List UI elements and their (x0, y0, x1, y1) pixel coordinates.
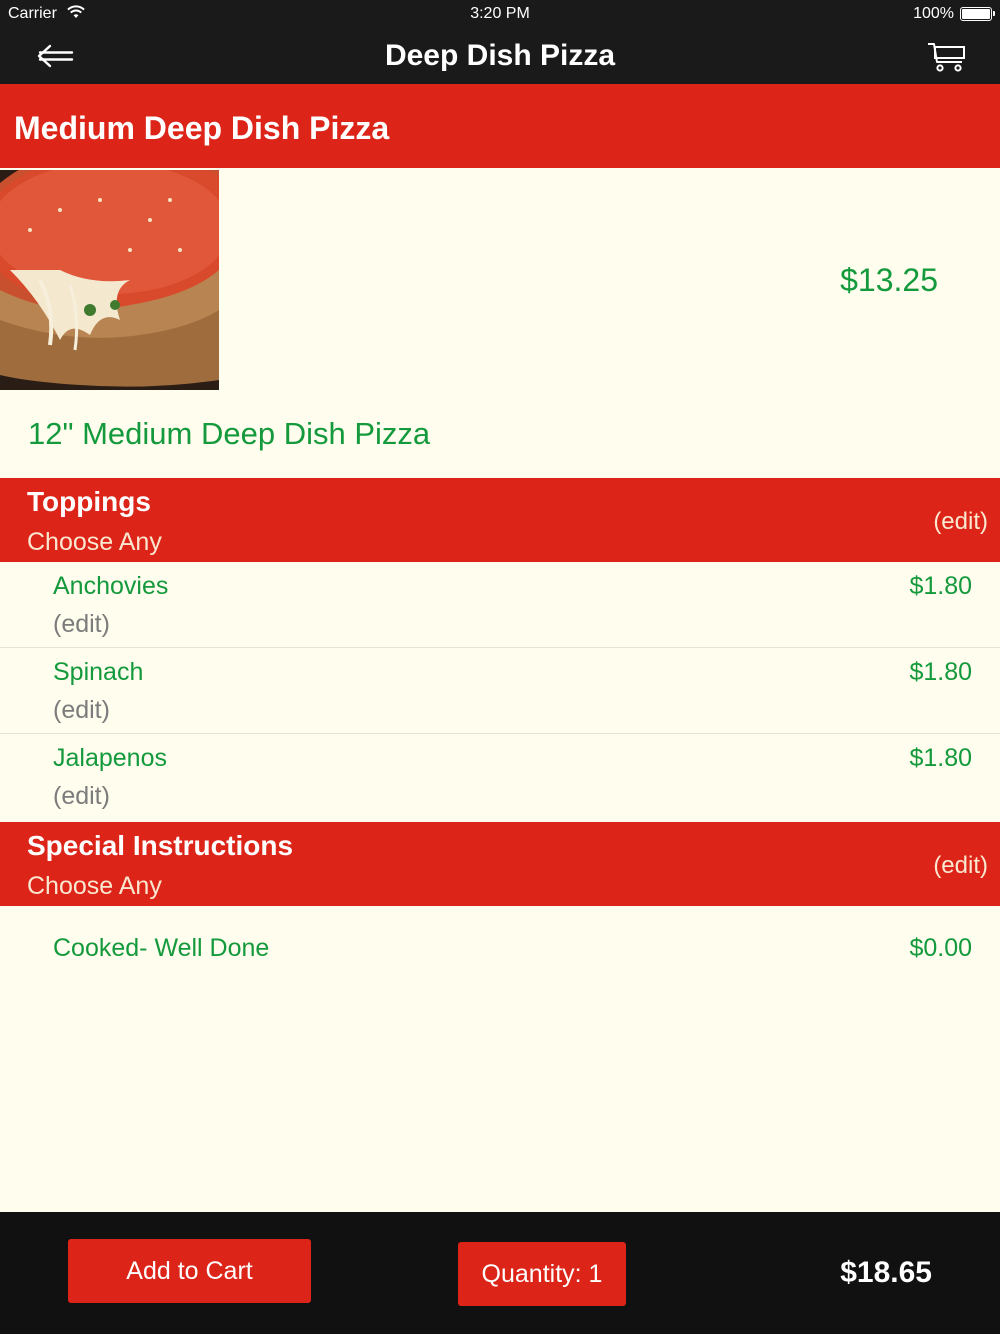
section-subtitle: Choose Any (27, 528, 162, 556)
section-title: Toppings (27, 486, 151, 517)
page-title: Deep Dish Pizza (384, 39, 616, 72)
topping-edit-link[interactable]: (edit) (53, 610, 110, 639)
status-bar: Carrier 3:20 PM 100% (0, 0, 1000, 28)
topping-price: $1.80 (909, 572, 972, 600)
quantity-button[interactable]: Quantity: 1 (458, 1242, 626, 1306)
topping-row[interactable]: Jalapenos (edit) $1.80 (0, 734, 1000, 820)
instruction-name: Cooked- Well Done (53, 934, 270, 962)
item-header: Medium Deep Dish Pizza (0, 84, 1000, 168)
topping-name: Jalapenos (53, 744, 167, 772)
topping-edit-link[interactable]: (edit) (53, 696, 110, 725)
topping-name: Anchovies (53, 572, 169, 600)
battery-percent: 100% (913, 5, 954, 22)
toppings-edit-link[interactable]: (edit) (933, 508, 988, 536)
add-to-cart-button[interactable]: Add to Cart (68, 1239, 311, 1303)
special-instructions-header: Special Instructions Choose Any (edit) (0, 822, 1000, 906)
topping-edit-link[interactable]: (edit) (53, 782, 110, 811)
section-title: Special Instructions (27, 830, 294, 861)
order-total: $18.65 (840, 1256, 932, 1289)
cart-icon[interactable] (926, 40, 968, 74)
item-price: $13.25 (840, 262, 938, 298)
clock: 3:20 PM (470, 5, 530, 22)
topping-name: Spinach (53, 658, 144, 686)
section-subtitle: Choose Any (27, 872, 162, 900)
topping-price: $1.80 (909, 658, 972, 686)
topping-row[interactable]: Anchovies (edit) $1.80 (0, 562, 1000, 648)
item-description: 12" Medium Deep Dish Pizza (28, 416, 431, 451)
instruction-row[interactable]: Cooked- Well Done $0.00 (0, 930, 1000, 970)
nav-bar: Deep Dish Pizza (0, 28, 1000, 84)
topping-row[interactable]: Spinach (edit) $1.80 (0, 648, 1000, 734)
instruction-price: $0.00 (909, 934, 972, 962)
special-instructions-edit-link[interactable]: (edit) (933, 852, 988, 880)
footer-bar: Add to Cart Quantity: 1 $18.65 (0, 1212, 1000, 1334)
item-name: Medium Deep Dish Pizza (14, 110, 390, 146)
battery-icon (960, 7, 995, 21)
toppings-header: Toppings Choose Any (edit) (0, 478, 1000, 562)
pizza-photo (0, 170, 219, 390)
topping-price: $1.80 (909, 744, 972, 772)
